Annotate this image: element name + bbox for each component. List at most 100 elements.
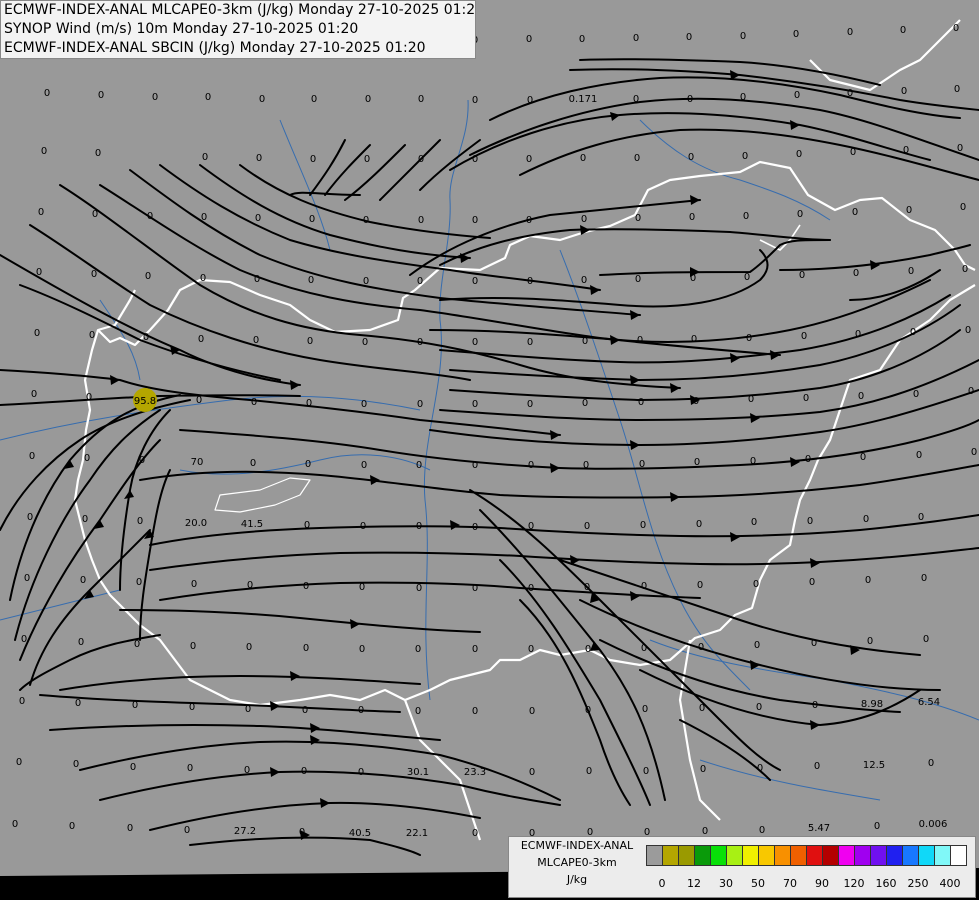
grid-value: 0 — [910, 327, 916, 338]
legend-color-swatch — [918, 845, 935, 866]
grid-value: 0 — [147, 211, 153, 222]
grid-value: 0 — [190, 641, 196, 652]
grid-value: 0 — [472, 522, 478, 533]
grid-value: 0 — [527, 95, 533, 106]
grid-value: 0 — [641, 643, 647, 654]
grid-value: 0 — [16, 757, 22, 768]
grid-value: 0 — [305, 459, 311, 470]
grid-value: 0 — [299, 827, 305, 838]
grid-value: 0 — [130, 762, 136, 773]
grid-value: 0 — [633, 94, 639, 105]
legend-unit: J/kg — [566, 873, 588, 886]
map-header: ECMWF-INDEX-ANAL MLCAPE0-3km (J/kg) Mond… — [0, 0, 476, 59]
grid-value: 0 — [954, 84, 960, 95]
grid-value: 0 — [527, 337, 533, 348]
legend-tick-label: 30 — [719, 877, 733, 890]
grid-value: 0 — [358, 705, 364, 716]
legend-color-swatch — [774, 845, 791, 866]
grid-value: 0 — [527, 399, 533, 410]
grid-value: 0 — [855, 329, 861, 340]
grid-value: 0 — [865, 575, 871, 586]
grid-value: 0 — [584, 582, 590, 593]
grid-value: 0.171 — [569, 94, 598, 105]
grid-value: 0 — [359, 644, 365, 655]
grid-value: 0 — [415, 644, 421, 655]
grid-value: 0 — [472, 154, 478, 165]
grid-value: 0 — [913, 389, 919, 400]
grid-value: 0 — [472, 460, 478, 471]
legend-tick-label: 400 — [939, 877, 961, 890]
grid-value: 40.5 — [349, 828, 371, 839]
grid-value: 0 — [136, 577, 142, 588]
grid-value: 0 — [971, 447, 977, 458]
grid-value: 0 — [29, 451, 35, 462]
grid-value: 0 — [754, 640, 760, 651]
grid-value: 0 — [694, 457, 700, 468]
grid-value: 0 — [418, 215, 424, 226]
grid-value: 0 — [472, 706, 478, 717]
grid-value: 0 — [19, 696, 25, 707]
grid-value: 0 — [472, 215, 478, 226]
grid-value: 0 — [250, 458, 256, 469]
grid-value: 0 — [799, 270, 805, 281]
grid-value: 0 — [196, 395, 202, 406]
grid-value: 0 — [700, 764, 706, 775]
grid-value: 0 — [696, 519, 702, 530]
cape-highlight-value: 95.8 — [134, 396, 156, 407]
grid-value: 0 — [31, 389, 37, 400]
grid-value: 0 — [201, 212, 207, 223]
grid-value: 0 — [957, 143, 963, 154]
grid-value: 0 — [581, 214, 587, 225]
grid-value: 0 — [635, 213, 641, 224]
grid-value: 0 — [358, 767, 364, 778]
grid-value: 0 — [814, 761, 820, 772]
grid-value: 20.0 — [185, 518, 207, 529]
grid-value: 0 — [756, 702, 762, 713]
grid-value: 0 — [256, 153, 262, 164]
grid-value: 0 — [304, 520, 310, 531]
grid-value: 0 — [584, 521, 590, 532]
grid-value: 0 — [688, 152, 694, 163]
grid-value: 0 — [82, 514, 88, 525]
legend-tick-label: 0 — [658, 877, 666, 890]
grid-value: 0 — [310, 154, 316, 165]
grid-value: 0 — [89, 330, 95, 341]
legend-color-swatch — [742, 845, 759, 866]
grid-value: 0 — [580, 153, 586, 164]
grid-value: 0 — [853, 268, 859, 279]
color-legend: ECMWF-INDEX-ANAL MLCAPE0-3km J/kg 0 12 30 5… — [508, 836, 976, 898]
grid-value: 0 — [41, 146, 47, 157]
grid-value: 0 — [359, 582, 365, 593]
grid-value: 0 — [416, 460, 422, 471]
grid-value: 0 — [311, 94, 317, 105]
grid-value: 0 — [582, 336, 588, 347]
grid-value: 30.1 — [407, 767, 429, 778]
grid-value: 0 — [416, 521, 422, 532]
grid-value: 0 — [689, 212, 695, 223]
legend-color-swatch — [822, 845, 839, 866]
grid-value: 0 — [743, 211, 749, 222]
grid-value: 0 — [968, 386, 974, 397]
legend-color-swatch — [886, 845, 903, 866]
grid-value: 0 — [901, 86, 907, 97]
grid-value: 0 — [38, 207, 44, 218]
grid-value: 0 — [308, 275, 314, 286]
grid-value: 0 — [812, 700, 818, 711]
legend-title-line2: MLCAPE0-3km — [537, 856, 617, 869]
grid-value: 0 — [44, 88, 50, 99]
grid-value: 0 — [803, 393, 809, 404]
grid-value: 0 — [965, 325, 971, 336]
legend-color-swatch — [726, 845, 743, 866]
legend-color-swatch — [710, 845, 727, 866]
grid-value: 6.54 — [918, 697, 940, 708]
grid-value: 0 — [690, 273, 696, 284]
grid-value: 0 — [127, 823, 133, 834]
grid-value: 0 — [687, 94, 693, 105]
grid-value: 0 — [302, 705, 308, 716]
legend-tick-label: 250 — [907, 877, 929, 890]
grid-value: 0 — [360, 521, 366, 532]
grid-value: 0 — [73, 759, 79, 770]
grid-value: 0 — [850, 147, 856, 158]
grid-value: 5.47 — [808, 823, 830, 834]
legend-color-swatch — [934, 845, 951, 866]
